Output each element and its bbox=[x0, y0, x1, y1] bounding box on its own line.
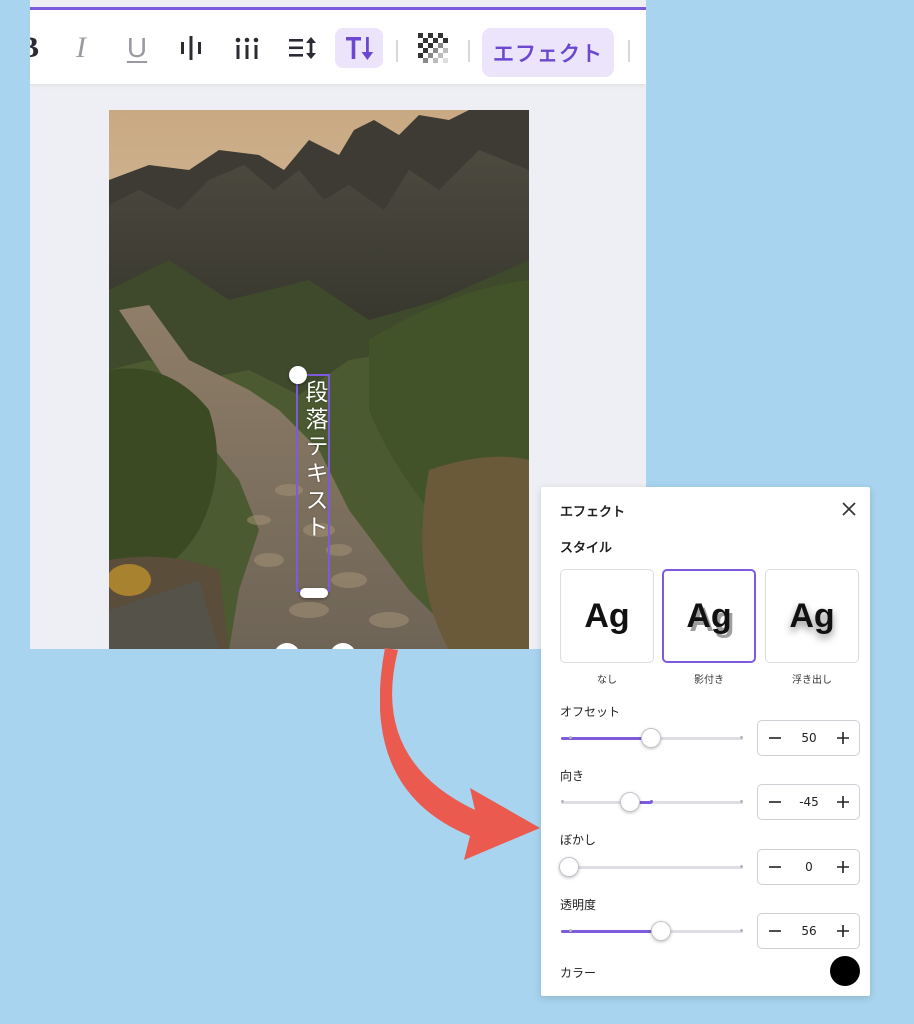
close-icon[interactable] bbox=[840, 500, 858, 518]
line-spacing-button[interactable] bbox=[286, 28, 320, 68]
minus-icon bbox=[769, 737, 781, 739]
color-label: カラー bbox=[560, 966, 597, 980]
offset-label: オフセット bbox=[560, 705, 621, 719]
plus-button[interactable] bbox=[828, 721, 858, 755]
direction-slider[interactable] bbox=[561, 792, 743, 812]
transparency-button[interactable] bbox=[415, 28, 451, 68]
style-heading: スタイル bbox=[560, 541, 613, 556]
offset-stepper[interactable]: 50 bbox=[757, 720, 860, 756]
plus-button[interactable] bbox=[828, 785, 858, 819]
paragraph-text[interactable]: 段落テキスト bbox=[298, 380, 328, 542]
italic-button[interactable]: I bbox=[66, 28, 96, 68]
transparency-value[interactable]: 56 bbox=[790, 914, 828, 948]
slider-end-dot bbox=[740, 800, 743, 803]
slider-default-dot bbox=[650, 800, 653, 803]
style-caption: 影付き bbox=[694, 675, 724, 686]
blur-stepper[interactable]: 0 bbox=[757, 849, 860, 885]
slider-end-dot bbox=[740, 929, 743, 932]
toolbar-divider bbox=[396, 40, 398, 62]
list-icon bbox=[235, 37, 259, 59]
underline-button[interactable]: U bbox=[122, 28, 152, 68]
transparency-slider-thumb[interactable] bbox=[651, 921, 671, 941]
direction-value[interactable]: -45 bbox=[790, 785, 828, 819]
direction-slider-thumb[interactable] bbox=[620, 792, 640, 812]
rotate-handle[interactable] bbox=[289, 366, 307, 384]
transparency-label: 透明度 bbox=[560, 898, 597, 912]
transparency-stepper[interactable]: 56 bbox=[757, 913, 860, 949]
style-option-none[interactable]: Ag bbox=[560, 569, 654, 663]
slider-end-dot bbox=[740, 865, 743, 868]
style-caption: 浮き出し bbox=[792, 675, 832, 686]
offset-slider[interactable] bbox=[561, 728, 743, 748]
text-box-selection[interactable]: 段落テキスト bbox=[296, 374, 330, 592]
blur-label: ぼかし bbox=[560, 833, 597, 847]
vertical-text-button[interactable] bbox=[335, 28, 383, 68]
minus-icon bbox=[769, 930, 781, 932]
bold-button[interactable]: B bbox=[30, 28, 40, 68]
minus-icon bbox=[769, 801, 781, 803]
slider-end-dot bbox=[740, 736, 743, 739]
transparency-checker-icon bbox=[418, 33, 448, 63]
direction-stepper[interactable]: -45 bbox=[757, 784, 860, 820]
effects-panel: エフェクト スタイル Ag Ag Ag なし 影付き 浮き出し オフセット 50… bbox=[541, 487, 870, 996]
style-option-lift[interactable]: Ag bbox=[765, 569, 859, 663]
offset-slider-thumb[interactable] bbox=[641, 728, 661, 748]
line-spacing-icon bbox=[289, 37, 316, 59]
slider-default-dot bbox=[569, 736, 572, 739]
letter-spacing-icon bbox=[181, 36, 201, 60]
list-button[interactable] bbox=[232, 28, 262, 68]
slider-end-dot bbox=[561, 800, 564, 803]
slider-default-dot bbox=[569, 929, 572, 932]
text-toolbar: B I U bbox=[30, 10, 646, 85]
plus-icon bbox=[837, 732, 849, 744]
style-caption: なし bbox=[597, 675, 617, 686]
resize-handle-bottom[interactable] bbox=[300, 588, 328, 598]
style-sample: Ag bbox=[686, 596, 732, 635]
plus-icon bbox=[837, 925, 849, 937]
panel-title: エフェクト bbox=[560, 505, 626, 520]
pointer-arrow bbox=[380, 648, 540, 860]
offset-value[interactable]: 50 bbox=[790, 721, 828, 755]
transparency-slider[interactable] bbox=[561, 921, 743, 941]
plus-button[interactable] bbox=[828, 850, 858, 884]
minus-button[interactable] bbox=[760, 721, 790, 755]
blur-slider[interactable] bbox=[559, 857, 743, 877]
effect-button[interactable]: エフェクト bbox=[482, 28, 614, 77]
style-sample: Ag bbox=[789, 596, 835, 635]
minus-button[interactable] bbox=[760, 785, 790, 819]
blur-slider-thumb[interactable] bbox=[559, 857, 579, 877]
style-option-shadow[interactable]: Ag bbox=[662, 569, 756, 663]
vertical-text-icon bbox=[346, 37, 374, 60]
toolbar-divider bbox=[468, 40, 470, 62]
minus-icon bbox=[769, 866, 781, 868]
direction-label: 向き bbox=[560, 769, 585, 783]
minus-button[interactable] bbox=[760, 850, 790, 884]
plus-icon bbox=[837, 861, 849, 873]
minus-button[interactable] bbox=[760, 914, 790, 948]
style-sample: Ag bbox=[584, 596, 630, 635]
color-swatch[interactable] bbox=[830, 956, 860, 986]
letter-spacing-button[interactable] bbox=[176, 28, 206, 68]
plus-icon bbox=[837, 796, 849, 808]
slider-fill bbox=[561, 930, 662, 933]
plus-button[interactable] bbox=[828, 914, 858, 948]
slider-fill bbox=[561, 737, 652, 740]
toolbar-divider bbox=[628, 40, 630, 62]
blur-value[interactable]: 0 bbox=[790, 850, 828, 884]
